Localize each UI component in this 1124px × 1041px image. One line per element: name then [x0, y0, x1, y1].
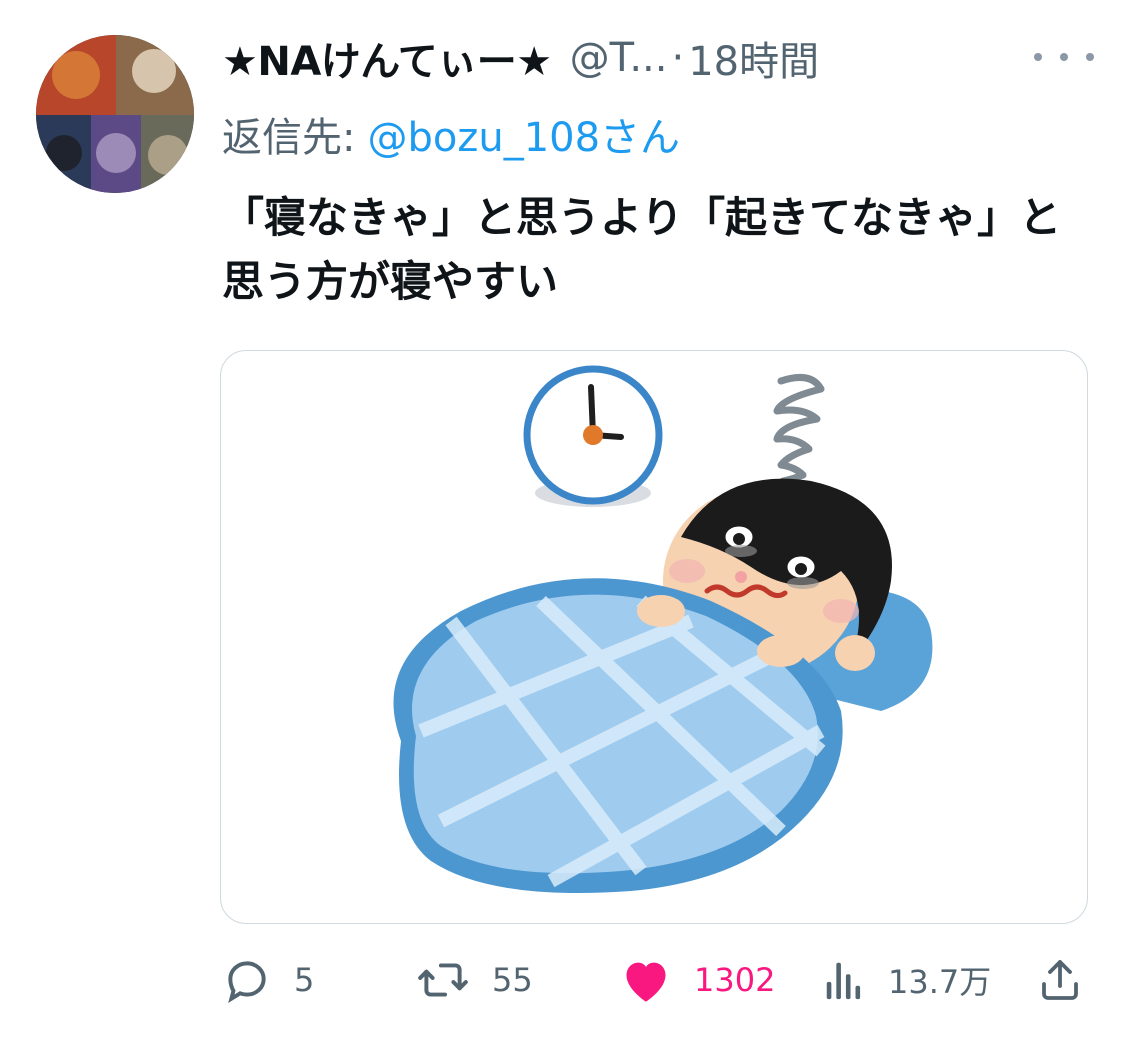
- tweet-text: 「寝なきゃ」と思うより「起きてなきゃ」と思う方が寝やすい: [222, 193, 1062, 306]
- share-button[interactable]: [1036, 950, 1084, 1010]
- action-bar: 5 55 1302 13.7万: [222, 950, 1092, 1010]
- retweet-count: 55: [492, 961, 533, 999]
- avatar[interactable]: [36, 35, 194, 193]
- share-icon: [1036, 955, 1084, 1005]
- reply-button[interactable]: 5: [222, 950, 314, 1010]
- tweet-header: ★NAけんてぃー★ @T... · 18時間: [222, 28, 1094, 88]
- views-button[interactable]: 13.7万: [822, 950, 991, 1010]
- display-name[interactable]: ★NAけんてぃー★: [222, 29, 552, 87]
- more-icon[interactable]: [1034, 42, 1094, 72]
- reply-context: 返信先: @bozu_108さん: [222, 106, 680, 162]
- handle[interactable]: @T...: [570, 35, 668, 81]
- retweet-button[interactable]: 55: [416, 950, 533, 1010]
- reply-prefix: 返信先:: [222, 115, 356, 161]
- reply-mention-link[interactable]: @bozu_108さん: [367, 105, 680, 163]
- tweet-media-image[interactable]: [220, 350, 1088, 924]
- like-count: 1302: [694, 961, 776, 999]
- reply-icon: [222, 955, 272, 1005]
- views-count: 13.7万: [888, 963, 992, 1001]
- timestamp[interactable]: 18時間: [688, 29, 819, 87]
- views-icon: [822, 957, 866, 1003]
- retweet-icon: [416, 955, 470, 1005]
- separator: ·: [671, 35, 685, 81]
- reply-count: 5: [294, 961, 315, 999]
- heart-icon: [620, 956, 672, 1004]
- like-button[interactable]: 1302: [620, 950, 775, 1010]
